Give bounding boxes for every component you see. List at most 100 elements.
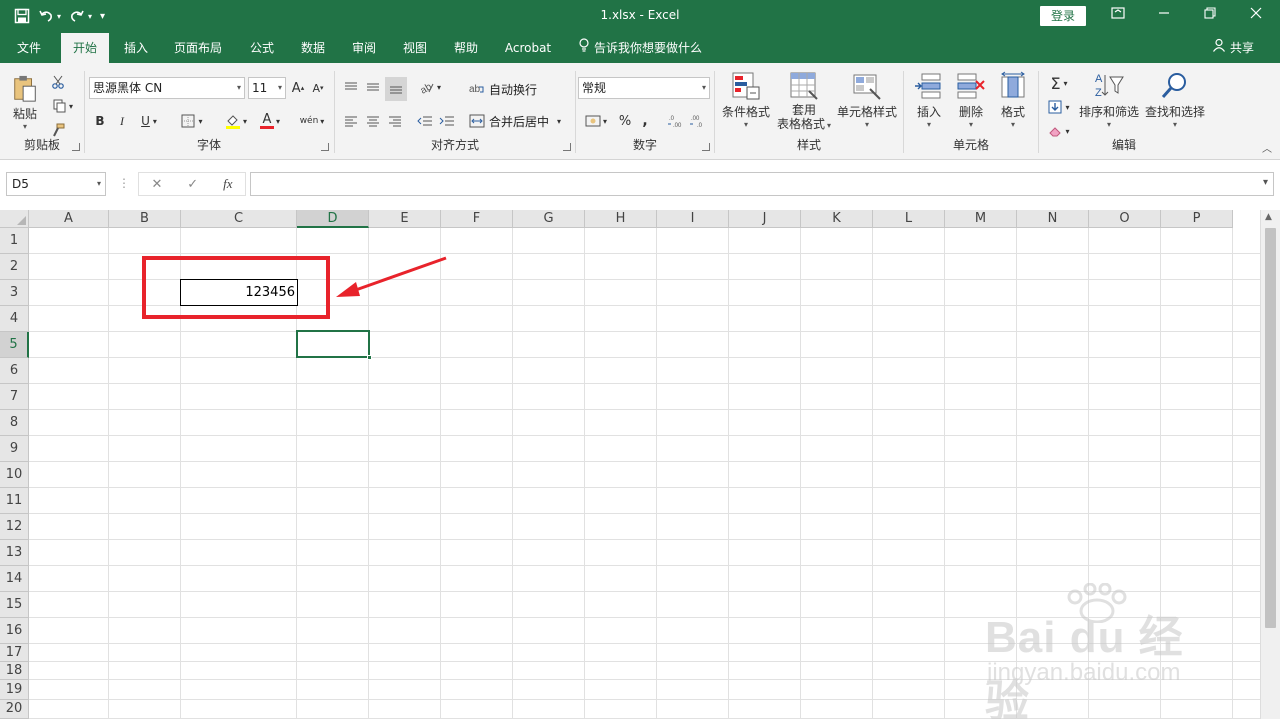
grow-font-icon[interactable]: A ▴ bbox=[290, 79, 306, 97]
column-header-o[interactable]: O bbox=[1089, 210, 1161, 228]
column-header-m[interactable]: M bbox=[945, 210, 1017, 228]
orientation-icon[interactable]: ab ▾ bbox=[415, 77, 445, 97]
align-left-icon[interactable] bbox=[341, 111, 361, 131]
row-header-18[interactable]: 18 bbox=[0, 662, 29, 680]
column-header-p[interactable]: P bbox=[1161, 210, 1233, 228]
row-header-19[interactable]: 19 bbox=[0, 680, 29, 700]
collapse-ribbon-icon[interactable]: ︿ bbox=[1262, 140, 1272, 155]
tab-review[interactable]: 审阅 bbox=[342, 33, 386, 63]
underline-button[interactable]: U ▾ bbox=[135, 111, 163, 131]
formula-input[interactable]: ▾ bbox=[250, 172, 1274, 196]
select-all-button[interactable] bbox=[0, 210, 29, 228]
comma-style-button[interactable]: , bbox=[638, 111, 652, 131]
increase-indent-icon[interactable] bbox=[437, 111, 457, 131]
conditional-format-button[interactable]: 条件格式 ▾ bbox=[717, 71, 775, 139]
tab-help[interactable]: 帮助 bbox=[444, 33, 488, 63]
italic-button[interactable]: I bbox=[113, 111, 131, 131]
borders-icon[interactable]: ▾ bbox=[177, 111, 207, 131]
column-header-n[interactable]: N bbox=[1017, 210, 1089, 228]
increase-decimal-icon[interactable]: .0.00 bbox=[666, 111, 686, 131]
row-header-3[interactable]: 3 bbox=[0, 280, 29, 306]
align-right-icon[interactable] bbox=[385, 111, 405, 131]
login-button[interactable]: 登录 bbox=[1040, 6, 1086, 26]
fill-icon[interactable]: ▾ bbox=[1043, 97, 1075, 117]
row-header-10[interactable]: 10 bbox=[0, 462, 29, 488]
insert-function-icon[interactable]: fx bbox=[223, 176, 232, 192]
row-header-9[interactable]: 9 bbox=[0, 436, 29, 462]
tab-data[interactable]: 数据 bbox=[290, 33, 336, 63]
font-color-icon[interactable]: A ▾ bbox=[255, 111, 285, 131]
row-header-15[interactable]: 15 bbox=[0, 592, 29, 618]
column-header-k[interactable]: K bbox=[801, 210, 873, 228]
tab-insert[interactable]: 插入 bbox=[114, 33, 158, 63]
tab-file[interactable]: 文件 bbox=[6, 33, 52, 63]
scrollbar-thumb[interactable] bbox=[1265, 228, 1276, 628]
column-header-h[interactable]: H bbox=[585, 210, 657, 228]
vertical-scrollbar[interactable]: ▲ bbox=[1260, 210, 1280, 719]
column-header-d[interactable]: D bbox=[297, 210, 369, 228]
column-header-i[interactable]: I bbox=[657, 210, 729, 228]
row-header-6[interactable]: 6 bbox=[0, 358, 29, 384]
tab-acrobat[interactable]: Acrobat bbox=[498, 33, 558, 63]
minimize-icon[interactable] bbox=[1154, 6, 1174, 26]
cell-styles-button[interactable]: 单元格样式 ▾ bbox=[835, 71, 899, 139]
cancel-entry-icon[interactable]: ✕ bbox=[151, 177, 162, 192]
column-header-g[interactable]: G bbox=[513, 210, 585, 228]
paste-button[interactable]: 粘贴 ▾ bbox=[8, 75, 42, 131]
row-header-20[interactable]: 20 bbox=[0, 700, 29, 719]
shrink-font-icon[interactable]: A ▾ bbox=[310, 79, 326, 97]
phonetic-icon[interactable]: wén ▾ bbox=[295, 111, 329, 131]
align-bottom-icon[interactable] bbox=[385, 77, 407, 101]
row-header-1[interactable]: 1 bbox=[0, 228, 29, 254]
ribbon-display-options-icon[interactable] bbox=[1108, 6, 1128, 26]
row-header-2[interactable]: 2 bbox=[0, 254, 29, 280]
column-header-j[interactable]: J bbox=[729, 210, 801, 228]
row-header-16[interactable]: 16 bbox=[0, 618, 29, 644]
align-top-icon[interactable] bbox=[341, 77, 361, 97]
wrap-text-button[interactable]: ab 自动换行 bbox=[469, 79, 569, 99]
align-middle-icon[interactable] bbox=[363, 77, 383, 97]
row-header-4[interactable]: 4 bbox=[0, 306, 29, 332]
number-format-dropdown[interactable]: 常规 ▾ bbox=[578, 77, 710, 99]
confirm-entry-icon[interactable]: ✓ bbox=[187, 177, 198, 192]
column-header-c[interactable]: C bbox=[181, 210, 297, 228]
row-header-11[interactable]: 11 bbox=[0, 488, 29, 514]
format-as-table-button[interactable]: 套用 表格格式 ▾ bbox=[773, 71, 835, 139]
number-launcher[interactable] bbox=[702, 143, 710, 151]
share-button[interactable]: 共享 bbox=[1212, 33, 1254, 63]
formula-bar-splitter[interactable]: ⋮ bbox=[118, 176, 130, 190]
row-header-17[interactable]: 17 bbox=[0, 644, 29, 662]
sort-filter-button[interactable]: AZ 排序和筛选 ▾ bbox=[1077, 71, 1141, 139]
restore-icon[interactable] bbox=[1200, 6, 1220, 26]
tab-formulas[interactable]: 公式 bbox=[238, 33, 286, 63]
insert-cells-button[interactable]: 插入 ▾ bbox=[908, 71, 950, 139]
column-header-f[interactable]: F bbox=[441, 210, 513, 228]
row-header-12[interactable]: 12 bbox=[0, 514, 29, 540]
merge-center-button[interactable]: 合并后居中 ▾ bbox=[469, 111, 569, 131]
name-box[interactable]: D5 ▾ bbox=[6, 172, 106, 196]
tab-home[interactable]: 开始 bbox=[61, 33, 109, 63]
expand-formula-bar-icon[interactable]: ▾ bbox=[1263, 177, 1268, 188]
font-size-dropdown[interactable]: 11 ▾ bbox=[248, 77, 286, 99]
find-select-button[interactable]: 查找和选择 ▾ bbox=[1143, 71, 1207, 139]
percent-button[interactable]: % bbox=[616, 111, 634, 131]
scroll-up-icon[interactable]: ▲ bbox=[1265, 212, 1272, 222]
column-header-b[interactable]: B bbox=[109, 210, 181, 228]
cut-icon[interactable] bbox=[48, 73, 68, 91]
selected-cell-d5[interactable] bbox=[296, 330, 372, 360]
close-icon[interactable] bbox=[1246, 6, 1266, 26]
font-name-dropdown[interactable]: 思源黑体 CN ▾ bbox=[89, 77, 245, 99]
tell-me-search[interactable]: 告诉我你想要做什么 bbox=[578, 33, 702, 63]
accounting-format-icon[interactable]: ▾ bbox=[580, 111, 612, 131]
align-center-icon[interactable] bbox=[363, 111, 383, 131]
format-cells-button[interactable]: 格式 ▾ bbox=[992, 71, 1034, 139]
row-header-5[interactable]: 5 bbox=[0, 332, 29, 358]
font-launcher[interactable] bbox=[321, 143, 329, 151]
tab-page-layout[interactable]: 页面布局 bbox=[166, 33, 230, 63]
column-header-l[interactable]: L bbox=[873, 210, 945, 228]
row-header-7[interactable]: 7 bbox=[0, 384, 29, 410]
decrease-indent-icon[interactable] bbox=[415, 111, 435, 131]
bold-button[interactable]: B bbox=[91, 111, 109, 131]
tab-view[interactable]: 视图 bbox=[393, 33, 437, 63]
delete-cells-button[interactable]: 删除 ▾ bbox=[950, 71, 992, 139]
